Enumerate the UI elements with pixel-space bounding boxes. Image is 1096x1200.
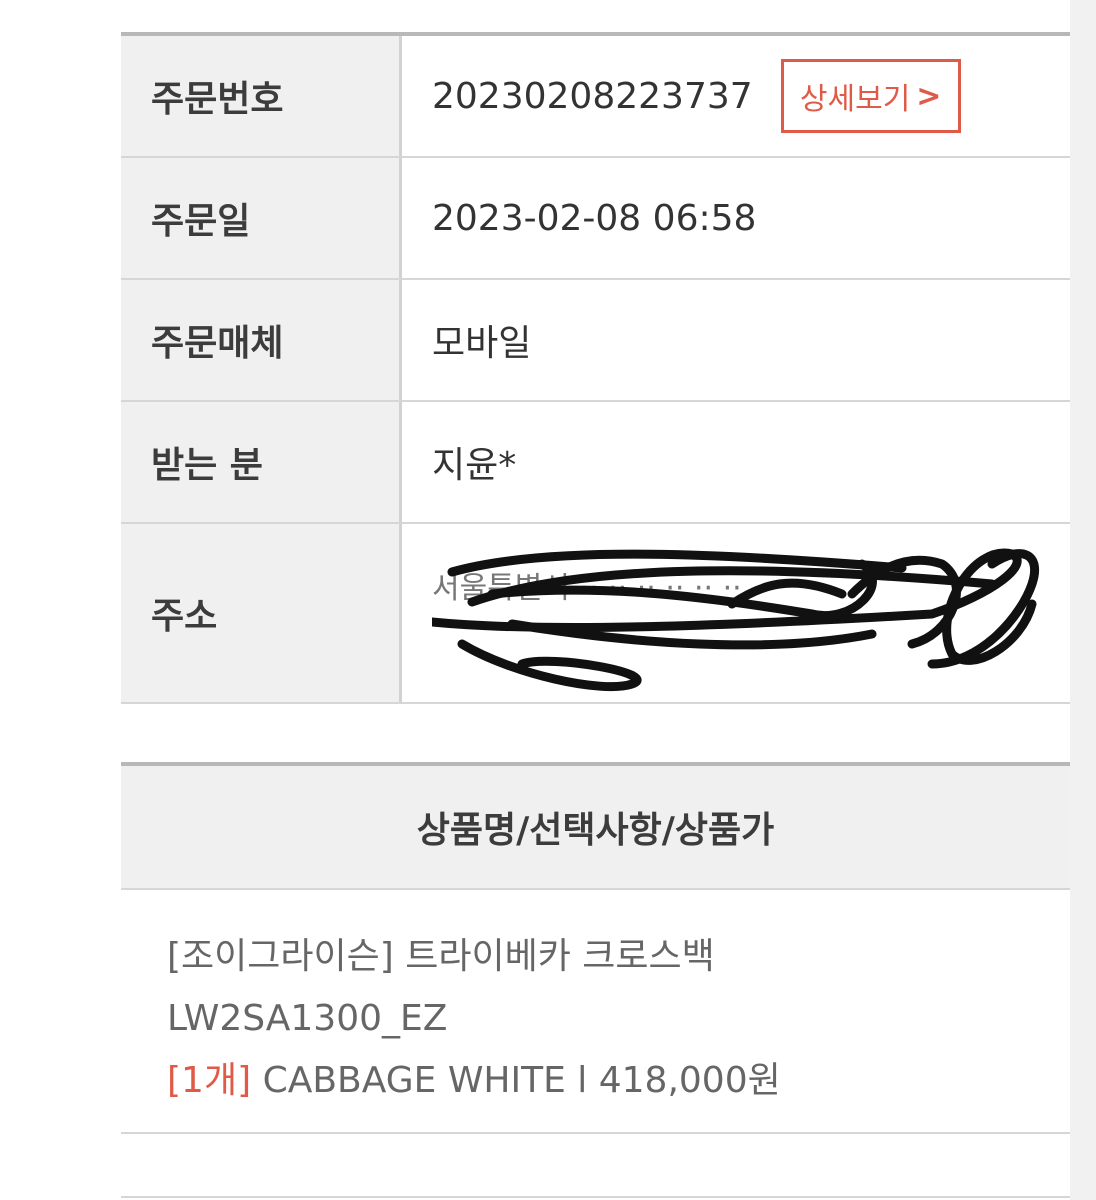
recipient-value: 지윤* [432, 445, 517, 486]
product-table-header: 상품명/선택사항/상품가 [121, 766, 1070, 890]
product-table: 상품명/선택사항/상품가 [조이그라이슨] 트라이베카 크로스백 LW2SA13… [121, 762, 1070, 1134]
order-date-row: 주문일 2023-02-08 06:58 [121, 158, 1070, 280]
order-number-value: 20230208223737 [432, 75, 753, 117]
redaction-scribble [432, 548, 1040, 692]
recipient-row: 받는 분 지윤* [121, 402, 1070, 524]
order-channel-row: 주문매체 모바일 [121, 280, 1070, 402]
order-date-label: 주문일 [121, 158, 402, 278]
address-row: 주소 서울특별시 ·· ·· ·· ·· ·· ·· [121, 524, 1070, 704]
address-label: 주소 [121, 524, 402, 702]
order-channel-value: 모바일 [432, 323, 532, 364]
chevron-right-icon: > [916, 78, 942, 114]
recipient-label: 받는 분 [121, 402, 402, 522]
order-number-row: 주문번호 20230208223737 상세보기 > [121, 36, 1070, 158]
bottom-divider [121, 1196, 1070, 1198]
detail-view-label: 상세보기 [799, 82, 911, 117]
product-name: [조이그라이슨] 트라이베카 크로스백 [167, 936, 715, 977]
order-info-table: 주문번호 20230208223737 상세보기 > 주문일 2023-02-0… [121, 32, 1070, 704]
order-number-cell: 20230208223737 상세보기 > [402, 36, 1070, 156]
address-cell: 서울특별시 ·· ·· ·· ·· ·· ·· [402, 524, 1070, 702]
product-option-price: CABBAGE WHITE l 418,000원 [262, 1060, 781, 1101]
product-quantity: [1개] [167, 1060, 252, 1101]
order-channel-label: 주문매체 [121, 280, 402, 400]
product-option-line: [1개] CABBAGE WHITE l 418,000원 [167, 1050, 1070, 1112]
page-right-gutter [1070, 0, 1096, 1200]
order-date-value: 2023-02-08 06:58 [432, 197, 757, 239]
detail-view-button[interactable]: 상세보기 > [780, 59, 961, 133]
order-number-label: 주문번호 [121, 36, 402, 156]
product-code: LW2SA1300_EZ [167, 998, 448, 1039]
address-wrap: 서울특별시 ·· ·· ·· ·· ·· ·· [432, 524, 1070, 702]
product-row: [조이그라이슨] 트라이베카 크로스백 LW2SA1300_EZ [1개] CA… [121, 890, 1070, 1134]
